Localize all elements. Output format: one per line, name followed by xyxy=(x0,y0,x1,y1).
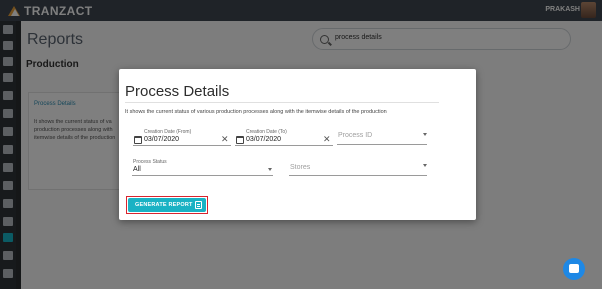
dialog-title: Process Details xyxy=(125,83,230,100)
chat-button[interactable] xyxy=(563,258,585,280)
calendar-icon[interactable] xyxy=(236,136,244,144)
process-id-select[interactable]: Process ID xyxy=(338,132,372,139)
process-status-label: Process Status xyxy=(133,159,167,165)
date-from-input[interactable]: 03/07/2020 xyxy=(144,136,179,143)
date-to-input[interactable]: 03/07/2020 xyxy=(246,136,281,143)
date-from-underline xyxy=(133,145,231,146)
process-status-underline xyxy=(132,175,273,176)
date-to-underline xyxy=(235,145,333,146)
stores-underline xyxy=(289,175,427,176)
dialog-description: It shows the current status of various p… xyxy=(125,109,387,115)
generate-report-label: GENERATE REPORT xyxy=(135,202,193,208)
chevron-down-icon[interactable] xyxy=(423,164,427,167)
chevron-down-icon[interactable] xyxy=(423,133,427,136)
calendar-icon[interactable] xyxy=(134,136,142,144)
stores-select[interactable]: Stores xyxy=(290,164,310,171)
dialog-divider xyxy=(125,102,439,103)
chat-icon xyxy=(569,264,579,273)
generate-report-button[interactable]: GENERATE REPORT xyxy=(128,198,206,212)
chevron-down-icon[interactable] xyxy=(268,168,272,171)
process-id-underline xyxy=(337,144,427,145)
date-to-label: Creation Date (To) xyxy=(246,129,287,135)
date-from-label: Creation Date (From) xyxy=(144,129,192,135)
date-to-clear-icon[interactable]: ✕ xyxy=(323,135,331,144)
process-status-select[interactable]: All xyxy=(133,166,141,173)
date-from-clear-icon[interactable]: ✕ xyxy=(221,135,229,144)
report-icon xyxy=(195,201,202,209)
